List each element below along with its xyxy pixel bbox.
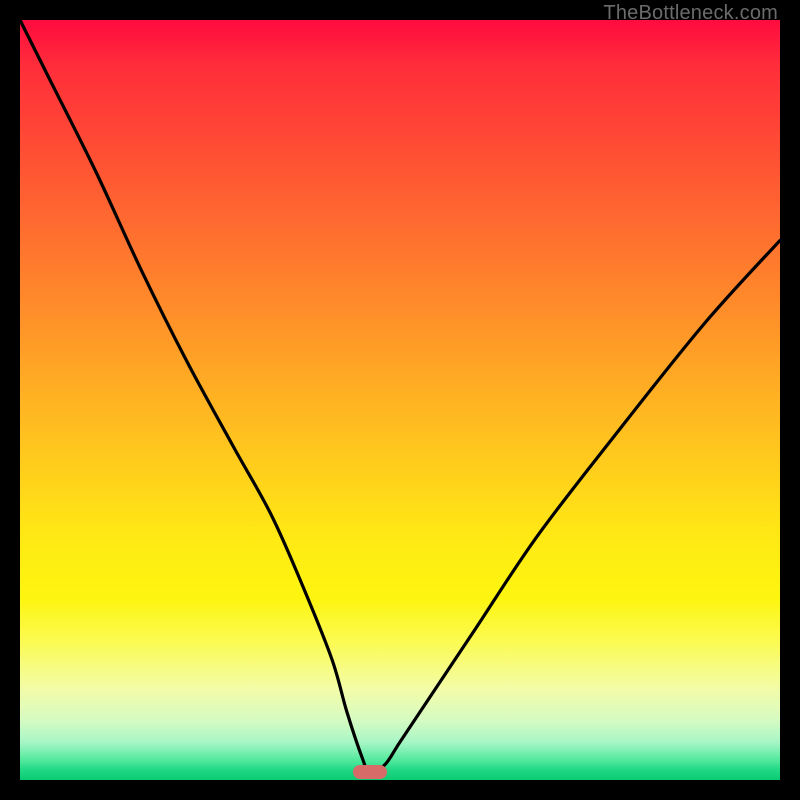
chart-frame: TheBottleneck.com [0, 0, 800, 800]
watermark-text: TheBottleneck.com [603, 2, 778, 25]
optimum-marker [353, 765, 387, 779]
bottleneck-curve [20, 20, 780, 780]
curve-path [20, 20, 780, 773]
plot-area [20, 20, 780, 780]
